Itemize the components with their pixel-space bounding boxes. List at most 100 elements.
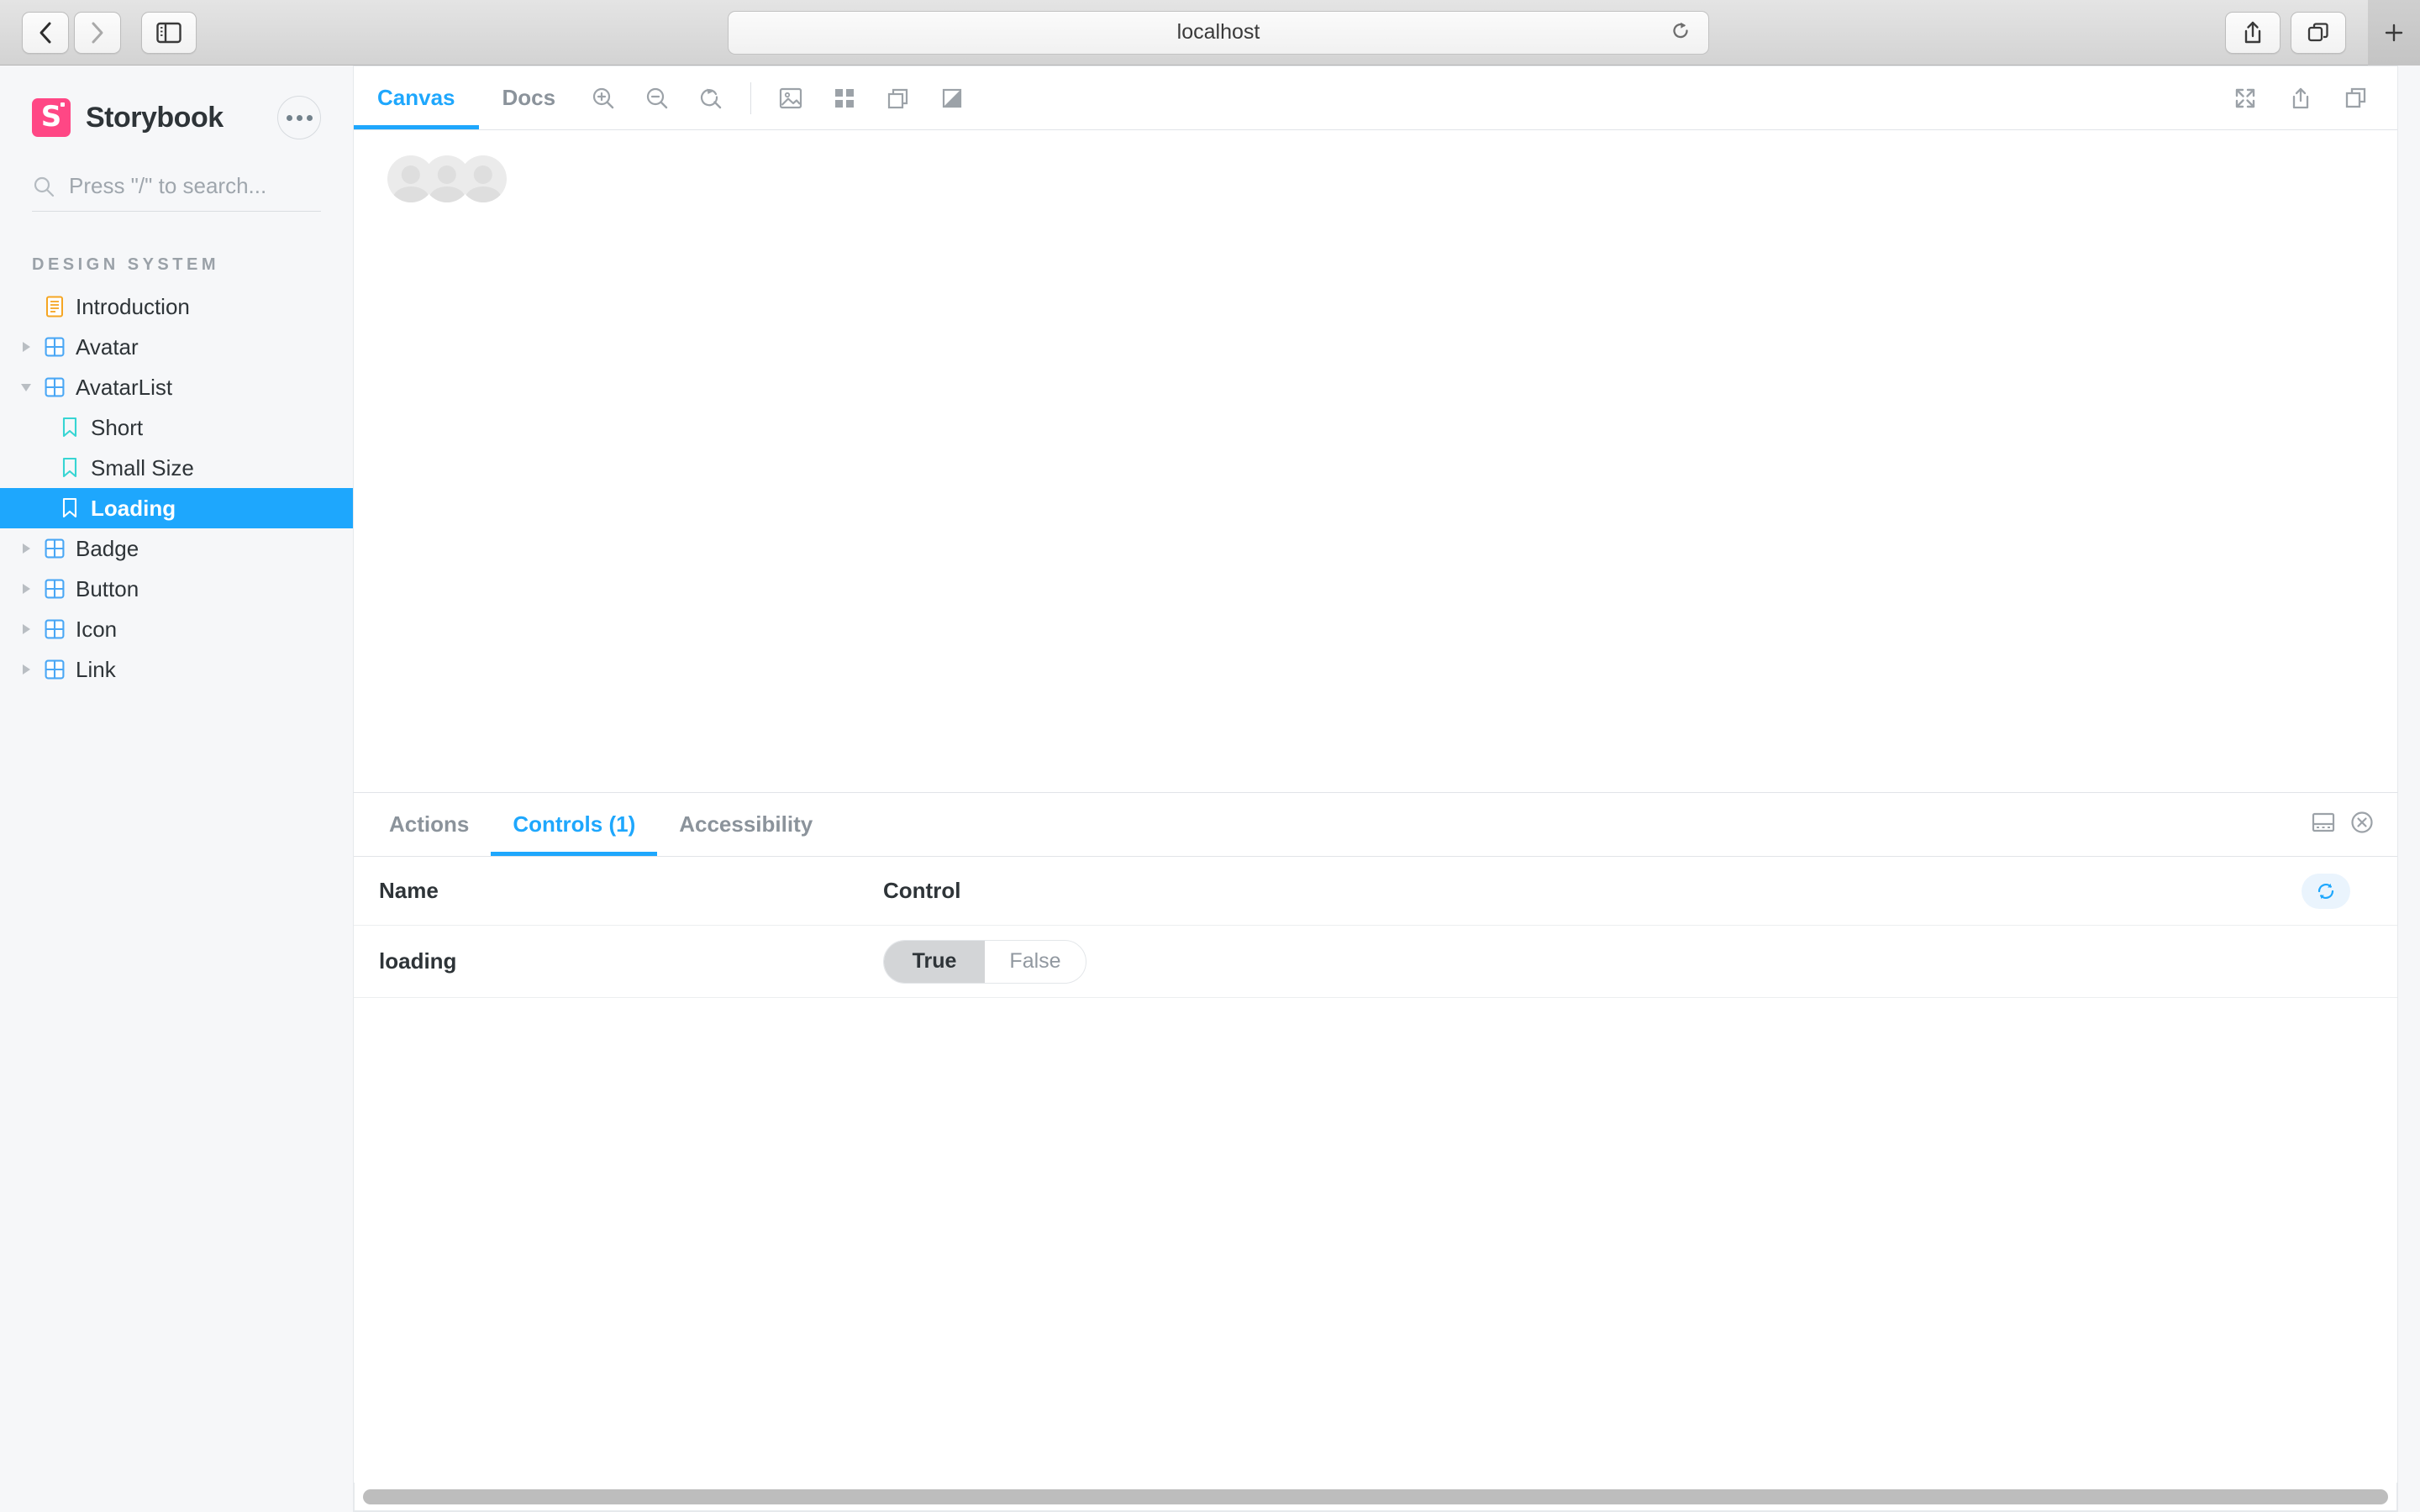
- avatar-head-shape: [437, 165, 457, 185]
- outline-icon: [942, 88, 962, 108]
- reset-controls-button[interactable]: [2302, 873, 2350, 909]
- zoom-out-button[interactable]: [633, 66, 681, 130]
- column-header-name: Name: [379, 878, 439, 903]
- new-tab-button[interactable]: [2368, 0, 2420, 66]
- share-button[interactable]: [2225, 12, 2281, 54]
- expand-caret-icon[interactable]: [15, 584, 37, 594]
- caret-icon: [22, 664, 30, 675]
- tab-overview-button[interactable]: [2291, 12, 2346, 54]
- component-icon: [37, 579, 72, 599]
- toggle-option-false[interactable]: False: [985, 941, 1086, 983]
- expand-caret-icon[interactable]: [15, 624, 37, 634]
- panel-position-button[interactable]: [2310, 810, 2337, 839]
- sidebar-tree: Introduction Avatar AvatarList Short Sma…: [0, 286, 353, 690]
- sidebar-icon: [156, 22, 182, 43]
- sidebar-menu-button[interactable]: [277, 96, 321, 139]
- component-icon: [37, 659, 72, 680]
- caret-icon: [22, 342, 30, 352]
- sidebar-toggle-button[interactable]: [141, 11, 197, 54]
- scrollbar-thumb[interactable]: [363, 1488, 2388, 1504]
- sidebar-item-label: Small Size: [91, 454, 194, 480]
- measure-icon: [887, 88, 908, 108]
- storybook-brand[interactable]: S Storybook: [32, 98, 224, 137]
- measure-button[interactable]: [874, 66, 923, 130]
- addons-tab-accessibility[interactable]: Accessibility: [657, 793, 834, 856]
- zoom-reset-button[interactable]: [687, 66, 735, 130]
- zoom-in-button[interactable]: [579, 66, 628, 130]
- browser-nav-group: [22, 11, 121, 54]
- addons-tab-list: Actions Controls (1) Accessibility: [354, 793, 2397, 857]
- boolean-control-toggle[interactable]: True False: [883, 939, 1086, 984]
- sidebar-item-avatarlist[interactable]: AvatarList: [0, 367, 353, 407]
- fullscreen-button[interactable]: [2221, 66, 2270, 130]
- sidebar-item-label: Badge: [76, 535, 139, 561]
- component-icon: [45, 619, 65, 639]
- caret-icon: [22, 584, 30, 594]
- sidebar-item-label: Link: [76, 656, 116, 682]
- component-icon: [37, 337, 72, 357]
- sidebar-item-small-size[interactable]: Small Size: [0, 448, 353, 488]
- controls-table-body: loading True False: [354, 926, 2397, 998]
- share-icon: [2244, 21, 2261, 44]
- sidebar-item-short[interactable]: Short: [0, 407, 353, 448]
- avatar-body-shape: [429, 186, 466, 202]
- backgrounds-button[interactable]: [766, 66, 815, 130]
- tab-canvas[interactable]: Canvas: [354, 66, 479, 129]
- plus-icon: [2385, 24, 2403, 42]
- copy-canvas-link-button[interactable]: [2332, 66, 2381, 130]
- zoom-reset-icon: [701, 88, 722, 108]
- sidebar-item-label: Button: [76, 575, 139, 601]
- sidebar-item-badge[interactable]: Badge: [0, 528, 353, 569]
- ellipsis-dot-icon: [286, 114, 292, 121]
- zoom-tool-group: [579, 66, 735, 129]
- outline-button[interactable]: [928, 66, 976, 130]
- search-input[interactable]: Press "/" to search...: [32, 173, 321, 212]
- grid-icon: [835, 88, 855, 108]
- sidebar-item-label: AvatarList: [76, 374, 173, 400]
- url-bar[interactable]: localhost: [728, 10, 1709, 55]
- open-in-new-tab-button[interactable]: [2276, 66, 2325, 130]
- addons-panel-controls: [2310, 793, 2397, 856]
- horizontal-scrollbar[interactable]: [354, 1483, 2397, 1511]
- copy-tabs-icon: [2307, 23, 2328, 42]
- sidebar-item-button[interactable]: Button: [0, 569, 353, 609]
- sidebar-item-label: Introduction: [76, 293, 190, 319]
- component-icon: [45, 337, 65, 357]
- addons-tab-actions[interactable]: Actions: [367, 793, 491, 856]
- reload-button[interactable]: [1670, 19, 1691, 45]
- main-content: Canvas Docs Actions Controls (1) Accessi…: [353, 66, 2398, 1512]
- forward-button[interactable]: [74, 11, 121, 54]
- refresh-icon: [2317, 883, 2334, 899]
- search-icon: [34, 176, 55, 197]
- tab-docs[interactable]: Docs: [479, 66, 580, 129]
- component-icon: [45, 579, 65, 599]
- collapse-caret-icon[interactable]: [15, 383, 37, 391]
- component-icon: [45, 377, 65, 397]
- close-panel-button[interactable]: [2349, 809, 2375, 840]
- back-button[interactable]: [22, 11, 69, 54]
- sidebar-item-icon[interactable]: Icon: [0, 609, 353, 649]
- sidebar-item-introduction[interactable]: Introduction: [0, 286, 353, 327]
- expand-caret-icon[interactable]: [15, 342, 37, 352]
- zoom-out-icon: [646, 87, 668, 108]
- sidebar-item-link[interactable]: Link: [0, 649, 353, 690]
- sidebar-item-label: Icon: [76, 616, 118, 642]
- addon-tool-group: [766, 66, 976, 129]
- avatar-list-loading: [387, 155, 2364, 202]
- sidebar-item-loading[interactable]: Loading: [0, 488, 353, 528]
- control-name: loading: [379, 948, 457, 974]
- sidebar-header: S Storybook: [0, 66, 353, 139]
- addons-tab-controls[interactable]: Controls (1): [491, 793, 658, 856]
- expand-caret-icon[interactable]: [15, 543, 37, 554]
- component-icon: [37, 538, 72, 559]
- panel-empty-area: [354, 998, 2397, 1483]
- grid-button[interactable]: [820, 66, 869, 130]
- sidebar-item-avatar[interactable]: Avatar: [0, 327, 353, 367]
- open-in-new-tab-icon: [2292, 87, 2309, 108]
- copy-icon: [2345, 87, 2366, 108]
- reload-icon: [1673, 22, 1688, 38]
- url-text: localhost: [1176, 20, 1260, 44]
- toggle-option-true[interactable]: True: [884, 940, 985, 983]
- component-icon: [45, 538, 65, 559]
- expand-caret-icon[interactable]: [15, 664, 37, 675]
